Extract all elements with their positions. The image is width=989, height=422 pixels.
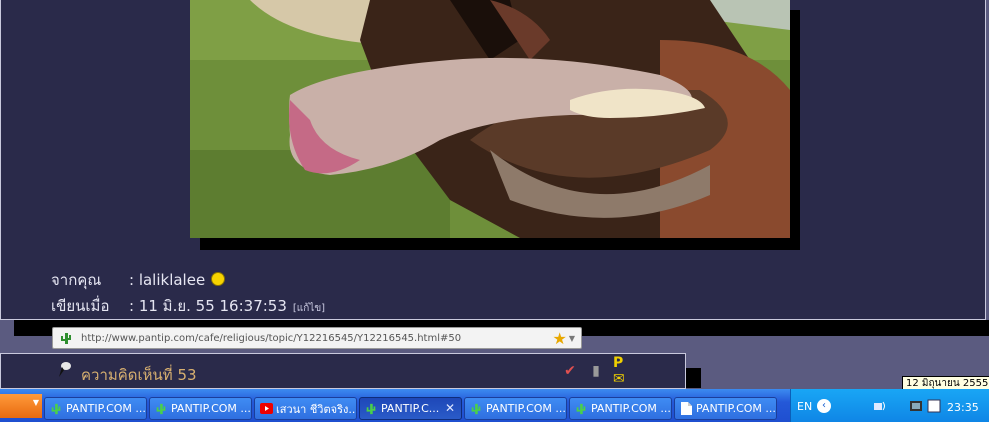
taskbar-item[interactable]: เสวนา ชีวิตจริง... [254,397,357,420]
taskbar-item[interactable]: PANTIP.COM ... [44,397,147,420]
taskbar-item-label: PANTIP.C... [381,402,440,415]
film-icon[interactable] [909,399,923,413]
cactus-icon [61,333,71,344]
bookmark-star-icon[interactable]: ★ [553,329,567,348]
comment-header: ความคิดเห็นที่ 53 ✔ ▮ P✉ [0,353,686,389]
youtube-icon [259,402,273,416]
post-author-row: จากคุณ : laliklalee [51,268,226,292]
taskbar-item-label: PANTIP.COM ... [171,402,251,415]
post-date-row: เขียนเมื่อ : 11 มิ.ย. 55 16:37:53 [แก้ไข] [51,294,325,318]
check-icon[interactable]: ✔ [561,362,579,380]
comment-shadow [686,368,701,388]
taskbar-item-label: PANTIP.COM ... [486,402,566,415]
taskbar-item[interactable]: PANTIP.COM ... [674,397,777,420]
cactus-icon [574,402,588,416]
taskbar-item-label: PANTIP.COM ... [696,402,776,415]
pin-icon [59,362,71,377]
url-bar[interactable]: http://www.pantip.com/cafe/religious/top… [52,327,582,349]
clock[interactable]: 23:35 [947,401,979,414]
cactus-icon [154,402,168,416]
taskbar-item-active[interactable]: PANTIP.C... ✕ [359,397,462,420]
taskbar-item-label: PANTIP.COM ... [66,402,146,415]
cactus-icon [364,402,378,416]
network-icon[interactable] [873,399,887,413]
smiley-icon [211,271,226,286]
start-button[interactable]: ▼ [0,394,42,418]
comment-actions: ✔ ▮ P✉ [561,355,631,387]
post-panel: จากคุณ : laliklalee เขียนเมื่อ : 11 มิ.ย. … [0,0,986,320]
start-arrow-icon: ▼ [32,398,39,407]
window-icon[interactable] [927,399,941,413]
comment-title: ความคิดเห็นที่ 53 [81,366,197,384]
cactus-icon [469,402,483,416]
message-icon[interactable]: P✉ [613,355,631,387]
edit-link[interactable]: [แก้ไข] [293,303,325,314]
taskbar-item[interactable]: PANTIP.COM ... [149,397,252,420]
taskbar-item[interactable]: PANTIP.COM ... [569,397,672,420]
document-icon [679,402,693,416]
cactus-icon [49,402,63,416]
taskbar-item-label: เสวนา ชีวิตจริง... [276,402,357,416]
taskbar-item-label: PANTIP.COM ... [591,402,671,415]
author-value[interactable]: : laliklalee [129,271,205,289]
trash-icon[interactable]: ▮ [587,362,605,380]
written-label: เขียนเมื่อ [51,297,110,315]
taskbar: ▼ PANTIP.COM ... PANTIP.COM ... เสวนา ชี… [0,389,989,422]
show-hidden-icons-button[interactable]: ‹ [817,399,831,413]
dropdown-arrow-icon[interactable]: ▼ [569,334,575,343]
url-text[interactable]: http://www.pantip.com/cafe/religious/top… [81,333,553,344]
cow-tongue-photo [190,0,790,238]
close-icon[interactable]: ✕ [445,401,455,415]
post-photo [190,0,790,238]
written-value: : 11 มิ.ย. 55 16:37:53 [129,297,287,315]
system-tray: EN ‹ 23:35 [790,389,989,422]
language-indicator[interactable]: EN [797,400,812,413]
taskbar-item[interactable]: PANTIP.COM ... [464,397,567,420]
author-label: จากคุณ [51,271,102,289]
